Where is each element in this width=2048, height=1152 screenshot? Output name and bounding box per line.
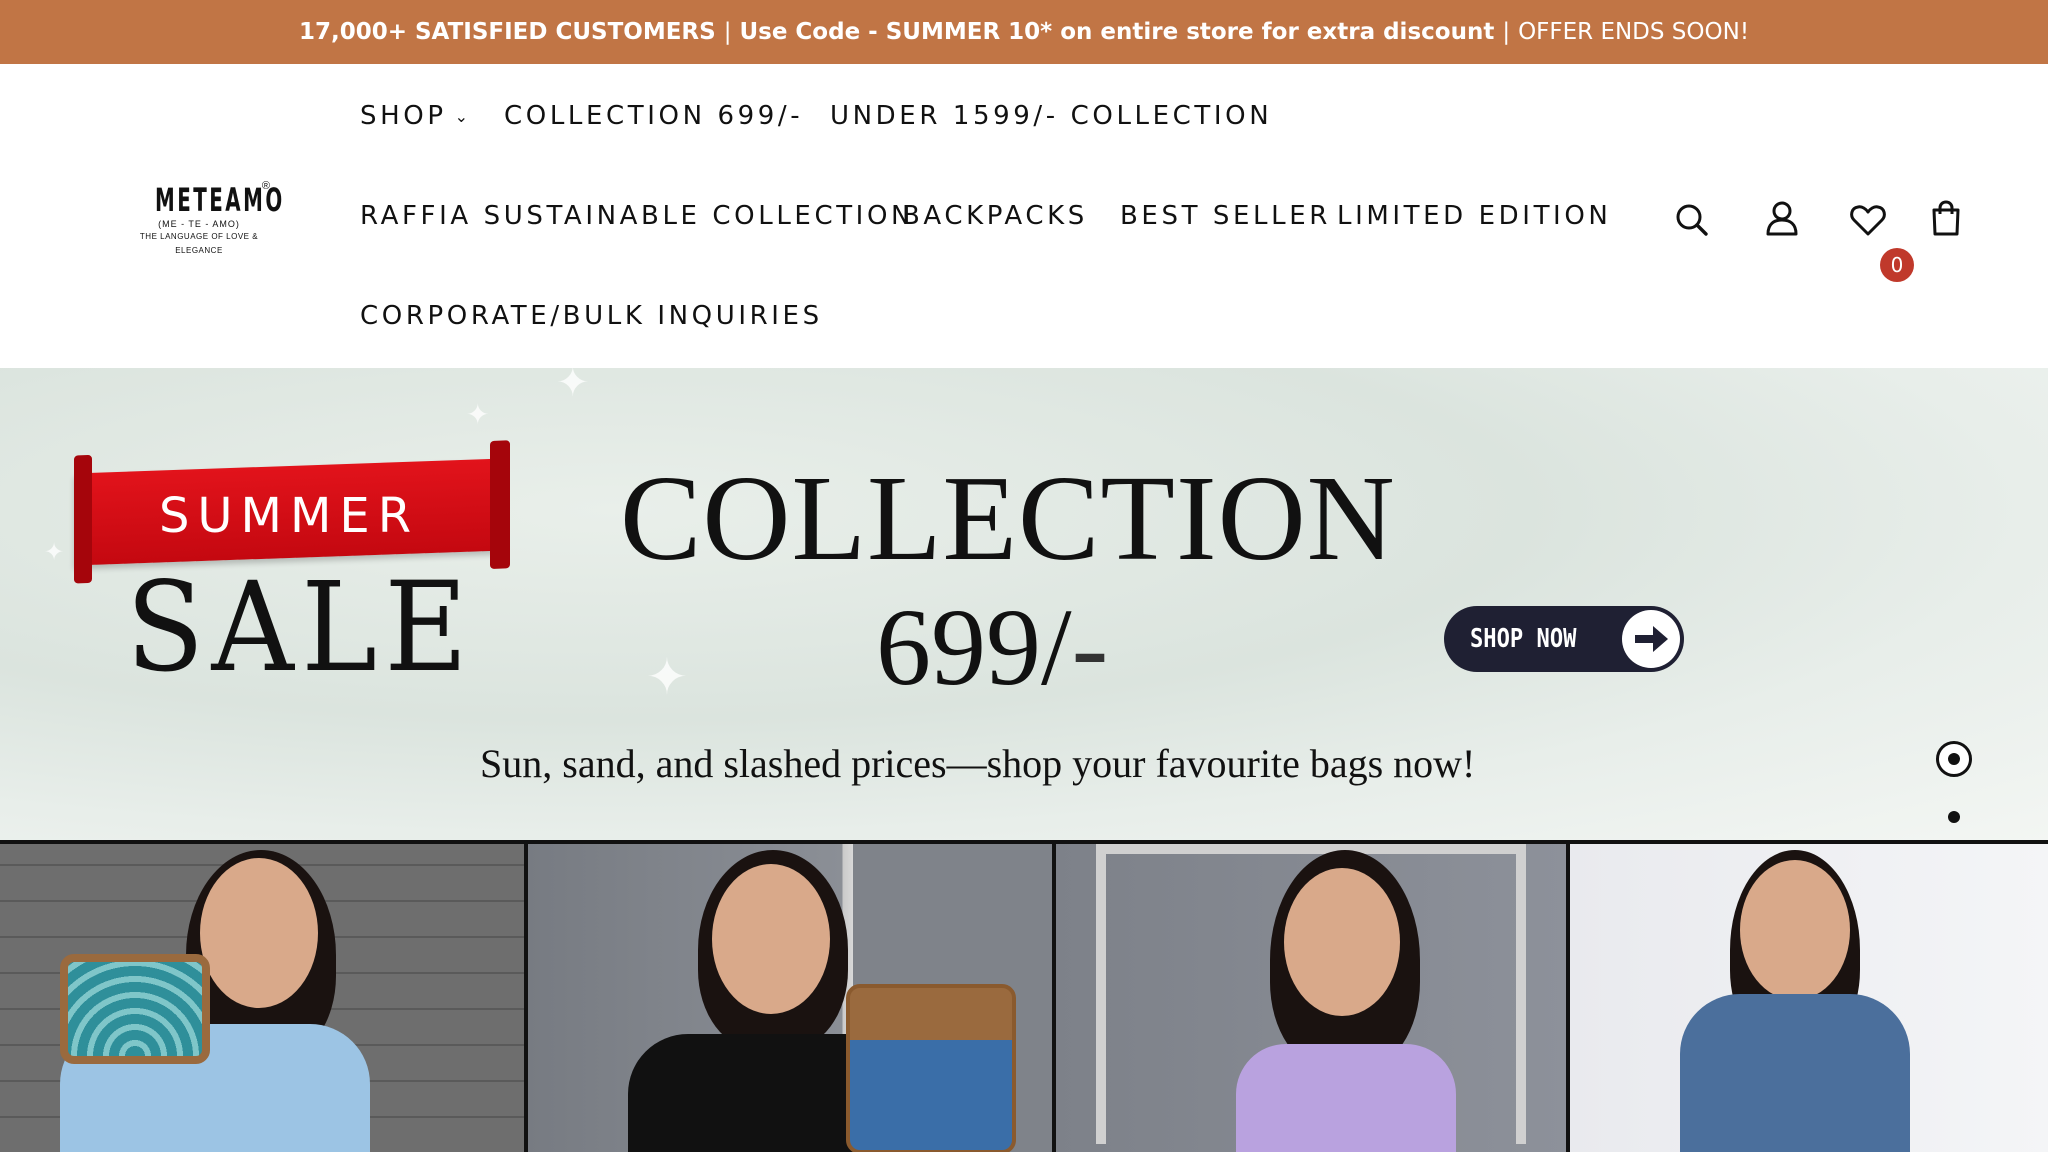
nav-corporate[interactable]: CORPORATE/BULK INQUIRIES [360, 300, 823, 332]
search-icon[interactable] [1672, 200, 1712, 240]
sale-heading: SALE [126, 556, 476, 700]
slide-dot-1[interactable] [1936, 741, 1972, 777]
nav-collection-699[interactable]: COLLECTION 699/- [504, 100, 803, 132]
arrow-right-icon [1622, 610, 1680, 668]
ribbon-text: SUMMER [158, 488, 420, 544]
chevron-down-icon: ⌄ [454, 106, 472, 126]
site-header: METEAMO ® (ME - TE - AMO) THE LANGUAGE O… [0, 64, 2048, 368]
nav-best-seller[interactable]: BEST SELLER [1120, 200, 1331, 232]
announcement-bar: 17,000+ SATISFIED CUSTOMERS | Use Code -… [0, 0, 2048, 64]
collection-price: 699/- [876, 582, 1108, 712]
announcement-offer-ends: OFFER ENDS SOON! [1518, 19, 1750, 45]
collection-heading: COLLECTION [620, 451, 1396, 586]
product-image-3[interactable] [1056, 844, 1566, 1152]
announcement-customers: 17,000+ SATISFIED CUSTOMERS [298, 19, 716, 45]
nav-raffia[interactable]: RAFFIA SUSTAINABLE COLLECTION [360, 200, 914, 232]
logo-brand: METEAMO [154, 181, 285, 219]
price-suffix: - [1071, 586, 1109, 708]
sparkle-icon: ✦ [556, 368, 590, 405]
announcement-separator: | [723, 19, 732, 45]
logo-tagline: THE LANGUAGE OF LOVE & ELEGANCE [139, 232, 259, 255]
nav-backpacks[interactable]: BACKPACKS [902, 200, 1088, 232]
nav-limited-edition[interactable]: LIMITED EDITION [1337, 200, 1611, 232]
shopping-bag-icon[interactable] [1926, 198, 1966, 238]
sparkle-icon: ✦ [466, 399, 490, 430]
logo-registered-mark: ® [261, 180, 270, 192]
nav-shop-label: SHOP [360, 101, 447, 131]
hero-tagline: Sun, sand, and slashed prices—shop your … [480, 741, 1476, 786]
shop-now-label: SHOP NOW [1470, 624, 1577, 654]
product-strip [0, 840, 2048, 1152]
shop-now-button[interactable]: SHOP NOW [1444, 606, 1684, 672]
hero-banner: ✦ ✦ ✦ ✦ SUMMER SALE COLLECTION 699/- SHO… [0, 368, 2048, 840]
product-image-1[interactable] [0, 844, 524, 1152]
sparkle-icon: ✦ [44, 539, 65, 566]
nav-shop[interactable]: SHOP ⌄ [360, 100, 472, 133]
site-logo[interactable]: METEAMO ® (ME - TE - AMO) THE LANGUAGE O… [128, 180, 285, 258]
logo-pronunciation: (ME - TE - AMO) [158, 219, 240, 229]
slide-dot-2[interactable] [1948, 811, 1960, 823]
sparkle-icon: ✦ [646, 649, 688, 705]
nav-under-1599[interactable]: UNDER 1599/- COLLECTION [830, 100, 1272, 132]
announcement-code: Use Code - SUMMER 10* on entire store fo… [739, 19, 1495, 45]
user-icon[interactable] [1762, 198, 1802, 238]
announcement-separator: | [1502, 19, 1511, 45]
product-image-4[interactable] [1570, 844, 2048, 1152]
price-value: 699/ [876, 586, 1072, 708]
product-image-2[interactable] [528, 844, 1052, 1152]
heart-icon[interactable] [1848, 200, 1888, 240]
wishlist-count-badge: 0 [1880, 248, 1914, 282]
